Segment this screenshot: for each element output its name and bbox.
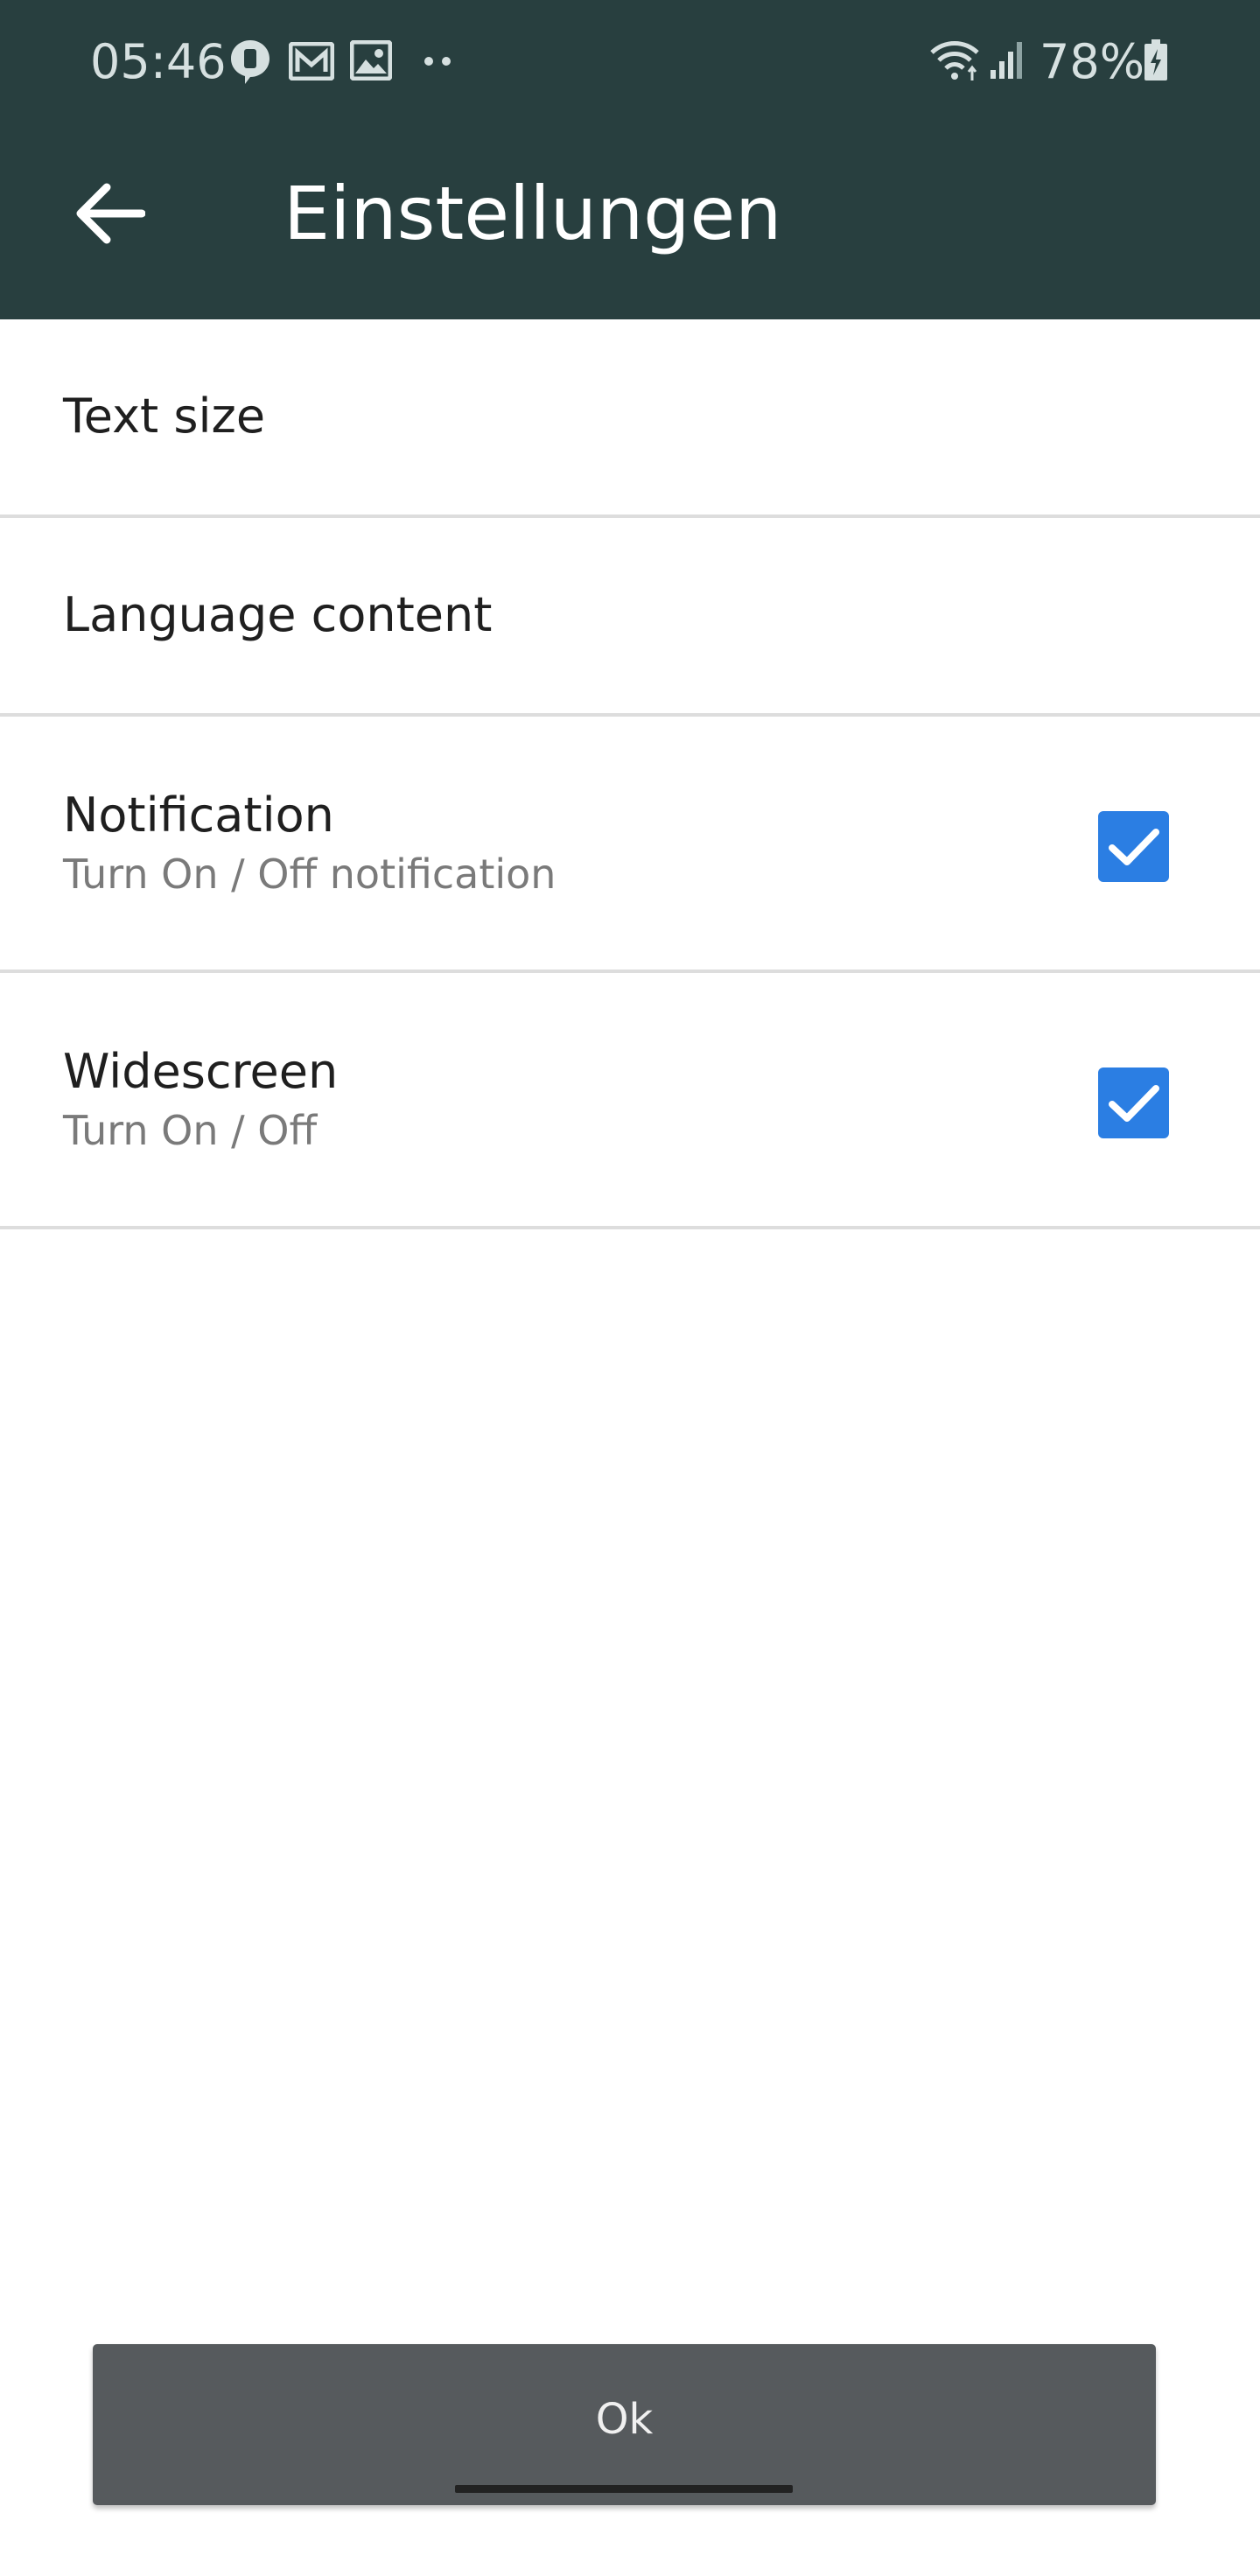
setting-title: Notification: [63, 788, 334, 843]
ok-button[interactable]: Ok: [93, 2344, 1156, 2505]
signal-icon: [990, 42, 1022, 79]
gallery-icon: [350, 40, 392, 80]
notification-checkbox[interactable]: [1098, 811, 1169, 882]
more-dots-icon: [424, 57, 451, 66]
battery-percent: 78%: [1040, 34, 1145, 89]
arrow-left-icon: [76, 183, 145, 244]
ok-button-label: Ok: [595, 2395, 654, 2444]
setting-subtitle: Turn On / Off: [63, 1107, 318, 1154]
home-indicator[interactable]: [455, 2485, 793, 2493]
setting-text-size[interactable]: Text size: [0, 319, 1260, 518]
status-bar: 05:46 78%: [0, 0, 1260, 124]
setting-notification[interactable]: Notification Turn On / Off notification: [0, 717, 1260, 973]
widescreen-checkbox[interactable]: [1098, 1068, 1169, 1138]
wifi-icon: [930, 41, 979, 80]
chat-notification-icon: [231, 40, 270, 84]
battery-charging-icon: [1144, 39, 1167, 80]
setting-title: Widescreen: [63, 1044, 339, 1099]
setting-widescreen[interactable]: Widescreen Turn On / Off: [0, 973, 1260, 1229]
setting-title: Language content: [63, 587, 493, 642]
setting-language-content[interactable]: Language content: [0, 518, 1260, 717]
status-time: 05:46: [90, 34, 227, 89]
mail-icon: [289, 42, 334, 80]
setting-subtitle: Turn On / Off notification: [63, 850, 556, 898]
page-title: Einstellungen: [284, 171, 782, 256]
settings-screen: 05:46 78% Einstellungen Text size Langua…: [0, 0, 1260, 2576]
app-bar: Einstellungen: [0, 124, 1260, 319]
settings-list: Text size Language content Notification …: [0, 319, 1260, 1229]
checkmark-icon: [1108, 1084, 1159, 1122]
checkmark-icon: [1108, 828, 1159, 865]
setting-title: Text size: [63, 388, 266, 444]
back-button[interactable]: [56, 159, 164, 268]
